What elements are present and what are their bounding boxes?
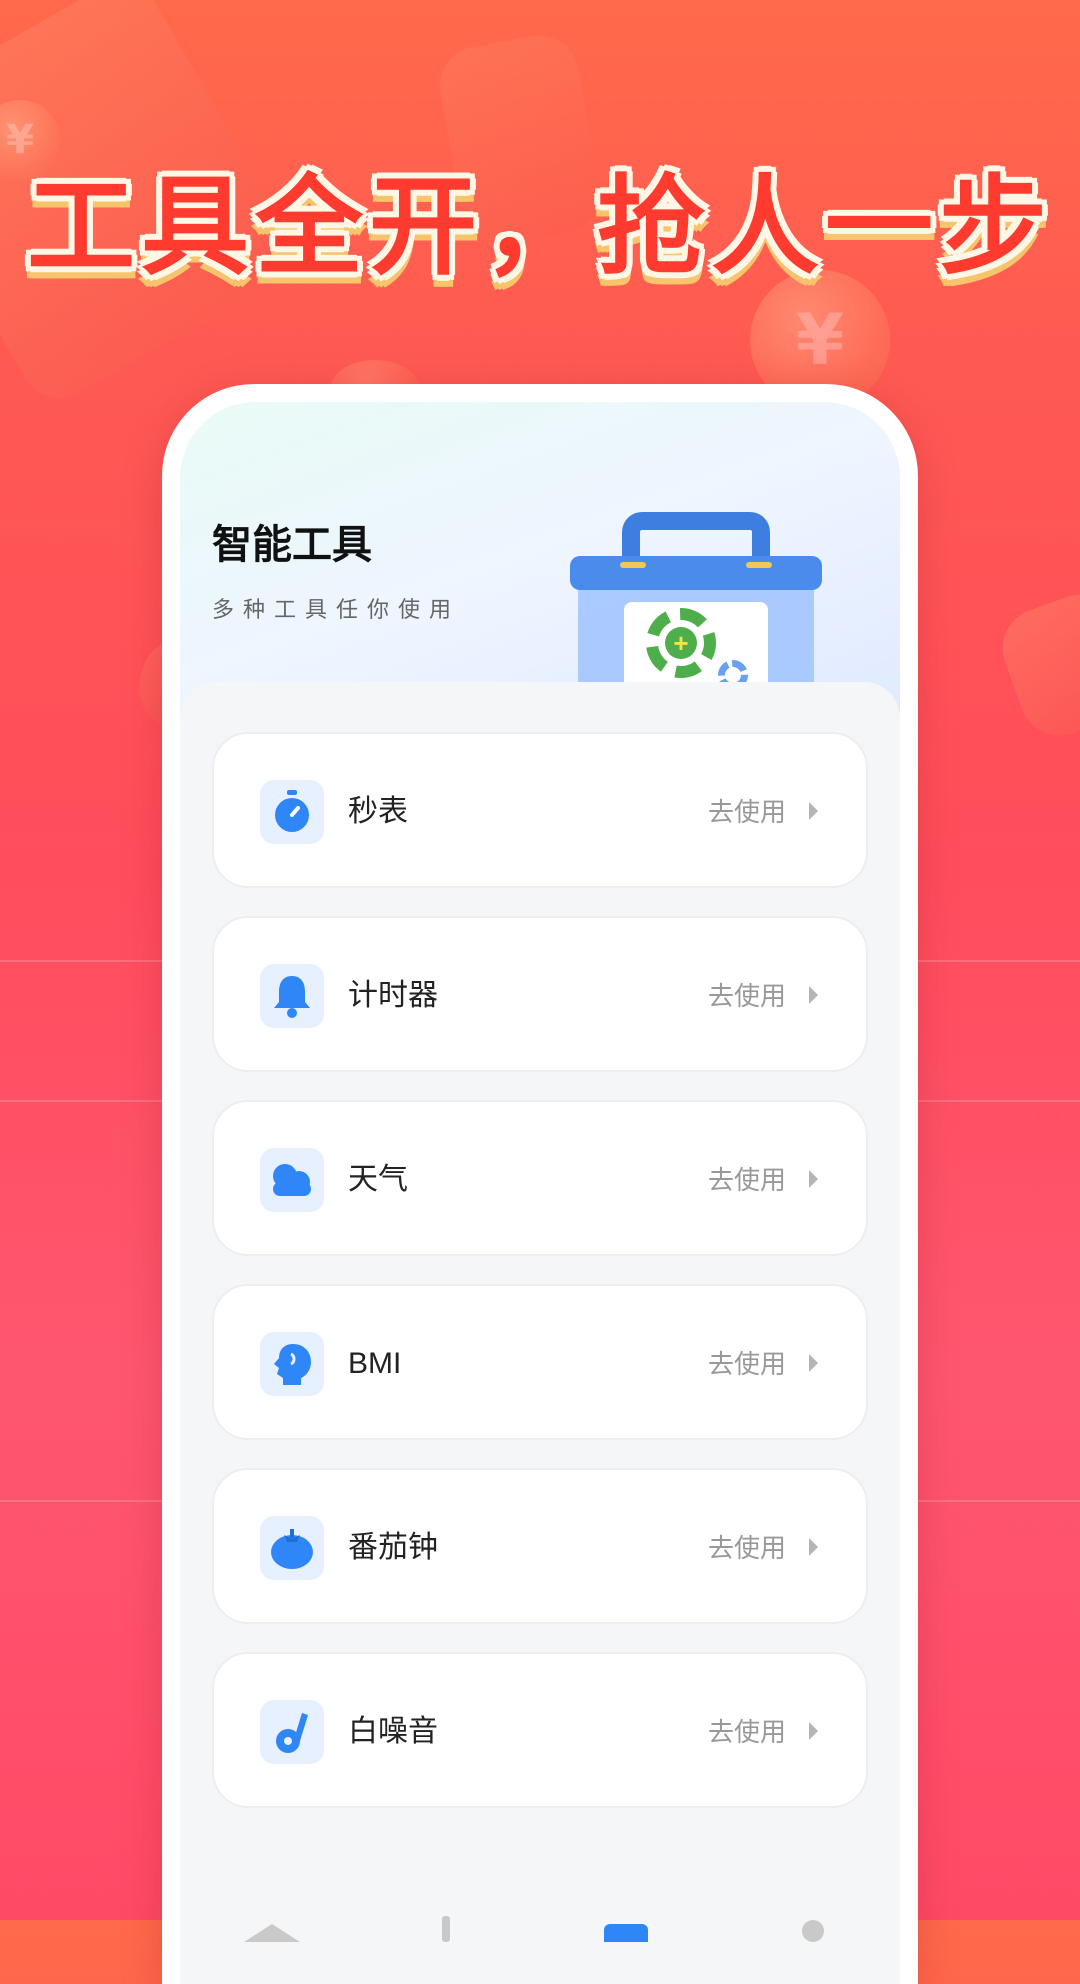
tool-list: 秒表 去使用 计时器 去使用 天气 去使用 BMI 去使用 番茄钟 去使用 白噪… — [180, 682, 900, 1942]
chevron-right-icon — [809, 986, 818, 1004]
toolbox-clip — [746, 562, 772, 568]
use-link[interactable]: 去使用 — [708, 1286, 786, 1442]
chevron-right-icon — [809, 1354, 818, 1372]
red-envelope-decoration — [991, 583, 1080, 747]
tool-item-weather[interactable]: 天气 去使用 — [212, 1100, 868, 1256]
page-title: 智能工具 — [212, 523, 372, 567]
tool-name: 番茄钟 — [348, 1531, 438, 1564]
tool-name: 白噪音 — [348, 1715, 438, 1748]
use-link[interactable]: 去使用 — [708, 1102, 786, 1258]
tool-item-bmi[interactable]: BMI 去使用 — [212, 1284, 868, 1440]
chevron-right-icon — [809, 1170, 818, 1188]
chevron-right-icon — [809, 1538, 818, 1556]
tool-item-white-noise[interactable]: 白噪音 去使用 — [212, 1652, 868, 1808]
toolbox-lid — [570, 556, 822, 590]
toolbox-clip — [620, 562, 646, 568]
plus-icon: + — [665, 627, 697, 659]
tool-name: 秒表 — [348, 795, 408, 828]
bell-icon — [260, 964, 324, 1028]
chevron-right-icon — [809, 802, 818, 820]
profile-tab-icon[interactable] — [802, 1920, 824, 1942]
music-note-icon — [260, 1700, 324, 1764]
chevron-right-icon — [809, 1722, 818, 1740]
head-profile-icon — [260, 1332, 324, 1396]
tool-name: BMI — [348, 1347, 402, 1380]
app-screen: 智能工具 多种工具任你使用 + 秒表 去使用 计时器 去使用 天气 去使用 BM… — [180, 402, 900, 1984]
toolbox-tab-icon[interactable] — [604, 1924, 648, 1942]
use-link[interactable]: 去使用 — [708, 1470, 786, 1626]
tool-name: 天气 — [348, 1163, 408, 1196]
tool-name: 计时器 — [348, 979, 438, 1012]
stopwatch-icon — [260, 780, 324, 844]
promo-headline: 工具全开，抢人一步 — [26, 165, 1053, 290]
use-link[interactable]: 去使用 — [708, 918, 786, 1074]
tomato-icon — [260, 1516, 324, 1580]
tool-item-timer[interactable]: 计时器 去使用 — [212, 916, 868, 1072]
cloud-icon — [260, 1148, 324, 1212]
tool-item-stopwatch[interactable]: 秒表 去使用 — [212, 732, 868, 888]
home-tab-icon[interactable] — [244, 1924, 300, 1942]
phone-frame: 智能工具 多种工具任你使用 + 秒表 去使用 计时器 去使用 天气 去使用 BM… — [162, 384, 918, 1984]
tool-item-pomodoro[interactable]: 番茄钟 去使用 — [212, 1468, 868, 1624]
page-subtitle: 多种工具任你使用 — [212, 597, 461, 622]
use-link[interactable]: 去使用 — [708, 734, 786, 890]
use-link[interactable]: 去使用 — [708, 1654, 786, 1810]
